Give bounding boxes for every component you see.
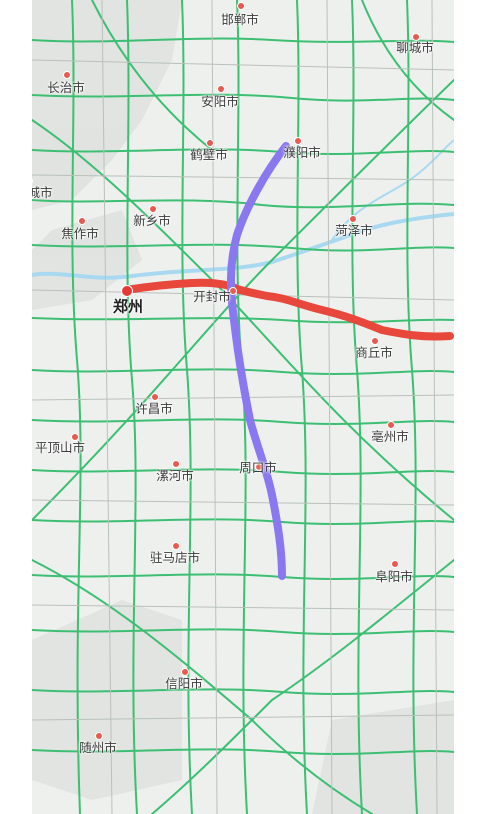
city-label-puyang[interactable]: 濮阳市: [283, 146, 321, 160]
city-label-jiaozuo[interactable]: 焦作市: [61, 227, 99, 241]
city-label-kaifeng[interactable]: 开封市: [193, 290, 231, 304]
city-label-zhoukou[interactable]: 周口市: [239, 461, 277, 475]
route-east-west: [122, 278, 454, 341]
city-label-handan[interactable]: 邯郸市: [221, 13, 259, 27]
map-canvas[interactable]: 邯郸市聊城市长治市安阳市鹤壁市 濮阳市城市新乡市菏泽市 焦作市郑州 开封市商丘市许昌市…: [32, 0, 454, 814]
city-marker-jiaozuo[interactable]: [78, 217, 86, 225]
city-label-zhengzhou[interactable]: 郑州: [113, 299, 143, 315]
city-label-changzhi[interactable]: 长治市: [47, 81, 85, 95]
city-label-xinxiang[interactable]: 新乡市: [133, 214, 171, 228]
city-label-luohe[interactable]: 漯河市: [156, 469, 194, 483]
city-marker-anyang[interactable]: [217, 85, 225, 93]
city-marker-fuyang[interactable]: [391, 560, 399, 568]
city-label-bozhou[interactable]: 亳州市: [371, 430, 409, 444]
city-label-jincheng[interactable]: 城市: [32, 186, 53, 200]
city-label-hebi[interactable]: 鹤壁市: [190, 148, 228, 162]
city-marker-handan[interactable]: [237, 2, 245, 10]
city-label-fuyang[interactable]: 阜阳市: [375, 570, 413, 584]
city-label-anyang[interactable]: 安阳市: [201, 95, 239, 109]
city-label-heze[interactable]: 菏泽市: [335, 224, 373, 238]
map-layer: [32, 0, 454, 814]
city-label-xinyang[interactable]: 信阳市: [165, 677, 203, 691]
city-label-xuchang[interactable]: 许昌市: [135, 402, 173, 416]
city-label-suizhou[interactable]: 随州市: [79, 741, 117, 755]
city-label-liaocheng[interactable]: 聊城市: [396, 41, 434, 55]
city-label-pingdingshan[interactable]: 平顶山市: [35, 441, 85, 455]
city-marker-changzhi[interactable]: [63, 71, 71, 79]
route-north-south: [227, 142, 290, 580]
city-marker-zhengzhou[interactable]: [121, 285, 133, 297]
city-label-shangqiu[interactable]: 商丘市: [355, 346, 393, 360]
city-label-zhumadian[interactable]: 驻马店市: [150, 551, 200, 565]
